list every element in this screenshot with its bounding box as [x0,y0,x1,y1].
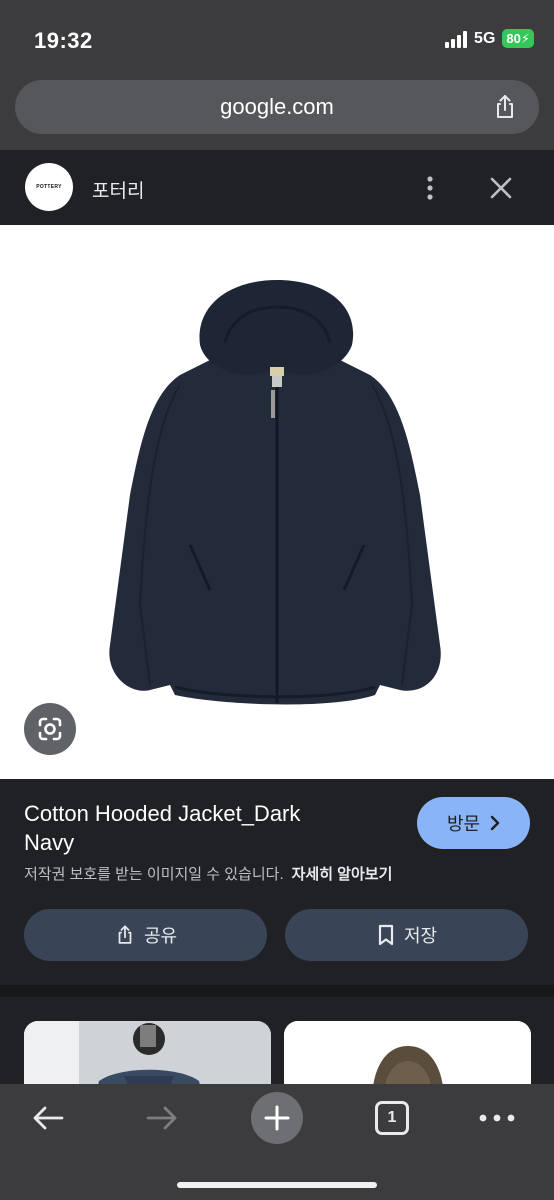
share-icon[interactable] [491,93,519,121]
jacket-illustration [109,280,441,705]
lens-button[interactable] [24,703,76,755]
related-image-thumbnail[interactable] [284,1021,531,1087]
new-tab-button[interactable] [251,1092,303,1144]
related-image-thumbnail[interactable] [24,1021,271,1087]
site-logo-text: POTTERY [36,184,62,190]
learn-more-link[interactable]: 자세히 알아보기 [292,866,393,883]
related-image-photo [24,1021,271,1087]
copyright-text: 저작권 보호를 받는 이미지일 수 있습니다. [24,866,284,883]
site-header: POTTERY 포터리 [0,150,554,225]
tabs-button[interactable]: 1 [372,1096,412,1140]
back-arrow-icon [33,1106,64,1130]
save-label: 저장 [403,926,438,946]
share-label: 공유 [143,926,178,946]
status-bar: 19:32 5G 80⚡ [0,0,554,76]
product-image[interactable] [0,225,554,779]
product-title: Cotton Hooded Jacket_Dark Navy [24,801,301,855]
close-icon[interactable] [487,174,515,202]
status-time: 19:32 [34,28,93,53]
battery-indicator: 80⚡ [502,29,534,48]
menu-button[interactable] [475,1096,519,1140]
more-vert-icon[interactable] [420,174,440,202]
tab-count: 1 [375,1101,409,1135]
browser-toolbar: 1 [0,1084,554,1200]
visit-button[interactable]: 방문 [417,797,530,849]
lens-icon [38,717,62,741]
forward-button[interactable] [140,1096,184,1140]
signal-icon [445,30,468,48]
save-button[interactable]: 저장 [285,909,528,961]
related-image-photo [284,1021,531,1087]
address-bar-area: google.com [0,76,554,150]
status-indicators: 5G 80⚡ [445,29,534,48]
back-button[interactable] [26,1096,70,1140]
visit-label: 방문 [446,814,481,834]
related-images [0,997,554,1087]
section-divider [0,985,554,997]
share-button[interactable]: 공유 [24,909,267,961]
more-horiz-icon [479,1114,515,1122]
copyright-notice: 저작권 보호를 받는 이미지일 수 있습니다. 자세히 알아보기 [24,863,392,884]
battery-level: 80 [506,31,521,46]
site-logo: POTTERY [25,163,73,211]
network-label: 5G [474,29,496,47]
home-indicator[interactable] [177,1182,377,1188]
bookmark-icon [378,924,394,946]
chevron-right-icon [490,815,500,831]
address-bar[interactable]: google.com [15,80,539,134]
site-name: 포터리 [92,181,145,202]
forward-arrow-icon [146,1106,177,1130]
product-info: Cotton Hooded Jacket_Dark Navy 방문 저작권 보호… [0,779,554,985]
url-text[interactable]: google.com [15,94,539,120]
share-icon [118,925,132,944]
plus-icon [264,1105,290,1131]
